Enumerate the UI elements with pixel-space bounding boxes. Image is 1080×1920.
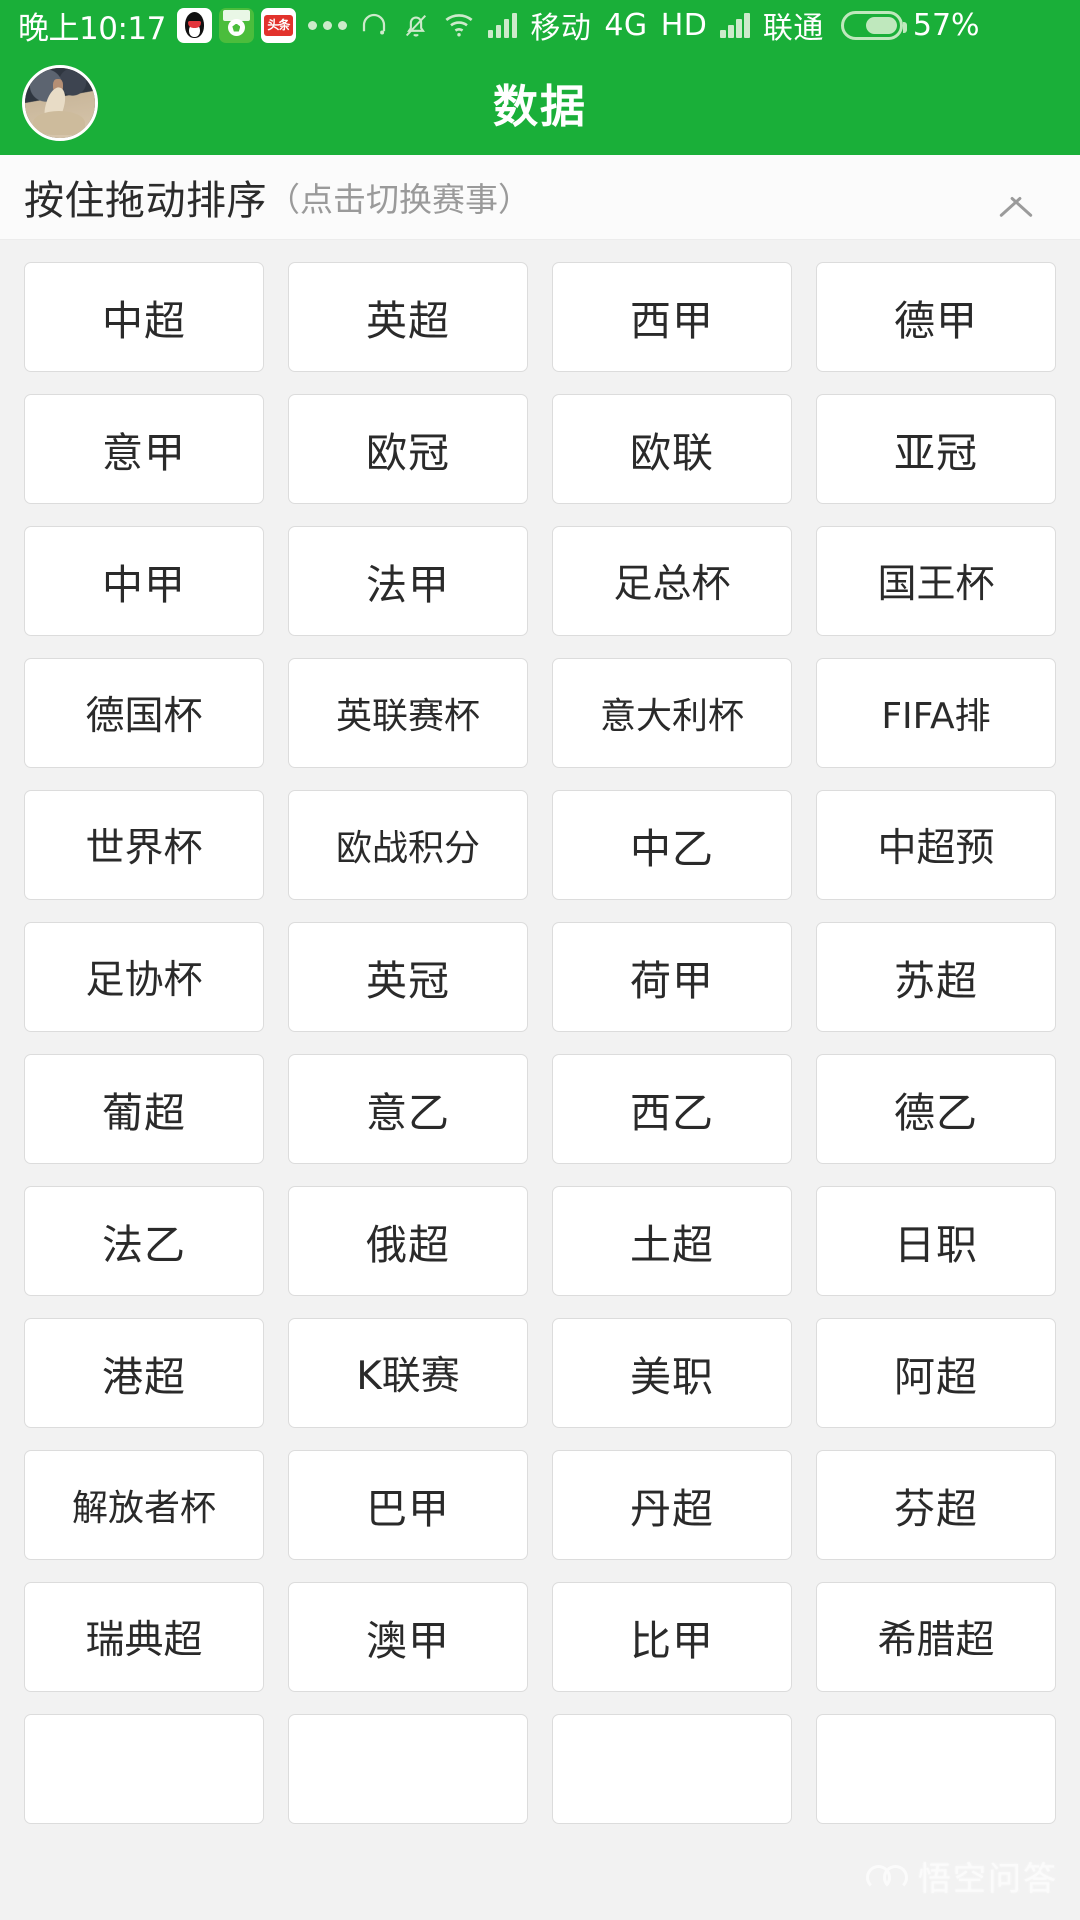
league-cell[interactable]: 亚冠 [816, 394, 1056, 504]
league-cell[interactable]: K联赛 [288, 1318, 528, 1428]
league-cell[interactable]: 德甲 [816, 262, 1056, 372]
status-bar: 晚上10:17 头条 移动 4G HD 联通 57% [0, 0, 1080, 50]
league-cell[interactable]: FIFA排 [816, 658, 1056, 768]
signal-bars-icon [487, 12, 518, 38]
league-cell[interactable]: 欧联 [552, 394, 792, 504]
app-header: 数据 [0, 50, 1080, 155]
league-cell[interactable]: 法乙 [24, 1186, 264, 1296]
league-cell[interactable]: 巴甲 [288, 1450, 528, 1560]
league-cell[interactable] [24, 1714, 264, 1824]
signal-bars-icon-2 [720, 12, 750, 38]
league-cell[interactable]: 欧冠 [288, 394, 528, 504]
league-cell[interactable]: 比甲 [552, 1582, 792, 1692]
league-cell[interactable]: 澳甲 [288, 1582, 528, 1692]
sort-hint-subtitle: （点击切换赛事） [267, 180, 531, 219]
qq-icon [176, 7, 212, 43]
league-cell[interactable]: 西甲 [552, 262, 792, 372]
league-cell[interactable]: 日职 [816, 1186, 1056, 1296]
league-cell[interactable]: 美职 [552, 1318, 792, 1428]
carrier-name-2: 联通 [762, 11, 824, 46]
toutiao-icon: 头条 [260, 7, 296, 43]
league-cell[interactable]: 葡超 [24, 1054, 264, 1164]
league-cell[interactable] [552, 1714, 792, 1824]
sort-section-header[interactable]: 按住拖动排序 （点击切换赛事） [0, 155, 1080, 240]
league-cell[interactable]: 欧战积分 [288, 790, 528, 900]
league-cell[interactable]: 英冠 [288, 922, 528, 1032]
league-cell[interactable]: 中超预 [816, 790, 1056, 900]
league-cell[interactable]: 丹超 [552, 1450, 792, 1560]
wifi-icon [443, 11, 475, 39]
league-cell[interactable]: 苏超 [816, 922, 1056, 1032]
chevron-up-icon[interactable] [994, 184, 1038, 210]
league-cell[interactable]: 瑞典超 [24, 1582, 264, 1692]
league-cell[interactable]: 荷甲 [552, 922, 792, 1032]
league-cell[interactable]: 足协杯 [24, 922, 264, 1032]
network-type: 4G [604, 7, 648, 43]
league-cell[interactable]: 土超 [552, 1186, 792, 1296]
avatar[interactable] [22, 64, 98, 141]
headset-icon [359, 10, 389, 40]
league-cell[interactable]: 芬超 [816, 1450, 1056, 1560]
league-cell[interactable]: 德乙 [816, 1054, 1056, 1164]
league-cell[interactable]: 德国杯 [24, 658, 264, 768]
more-dots-icon [307, 20, 347, 30]
carrier-name-1: 移动 [530, 11, 592, 46]
football-app-icon [218, 7, 254, 43]
page-title: 数据 [492, 80, 587, 133]
league-cell[interactable]: 意甲 [24, 394, 264, 504]
bell-muted-icon [402, 10, 430, 40]
league-cell[interactable]: 足总杯 [552, 526, 792, 636]
league-cell[interactable]: 港超 [24, 1318, 264, 1428]
league-cell[interactable]: 中甲 [24, 526, 264, 636]
league-grid: 中超 英超 西甲 德甲意甲 欧冠 欧联 亚冠中甲 法甲 足总杯 国王杯德国杯 英联赛杯 意大利杯 FIF… [0, 240, 1080, 1920]
league-cell[interactable]: 中超 [24, 262, 264, 372]
league-cell[interactable]: 法甲 [288, 526, 528, 636]
league-cell[interactable]: 阿超 [816, 1318, 1056, 1428]
league-cell[interactable]: 希腊超 [816, 1582, 1056, 1692]
league-cell[interactable]: 世界杯 [24, 790, 264, 900]
battery-percent: 57% [912, 7, 980, 43]
hd-indicator: HD [660, 7, 708, 43]
sort-hint-title: 按住拖动排序 [24, 178, 267, 224]
league-cell[interactable]: 意乙 [288, 1054, 528, 1164]
status-time: 晚上10:17 [18, 10, 166, 47]
league-cell[interactable]: 意大利杯 [552, 658, 792, 768]
league-cell[interactable]: 中乙 [552, 790, 792, 900]
league-cell[interactable]: 英超 [288, 262, 528, 372]
league-cell[interactable] [816, 1714, 1056, 1824]
battery-icon [840, 10, 907, 40]
league-cell[interactable]: 解放者杯 [24, 1450, 264, 1560]
league-cell[interactable]: 西乙 [552, 1054, 792, 1164]
league-cell[interactable]: 英联赛杯 [288, 658, 528, 768]
league-cell[interactable]: 俄超 [288, 1186, 528, 1296]
toutiao-label: 头条 [263, 14, 293, 36]
league-cell[interactable]: 国王杯 [816, 526, 1056, 636]
league-cell[interactable] [288, 1714, 528, 1824]
